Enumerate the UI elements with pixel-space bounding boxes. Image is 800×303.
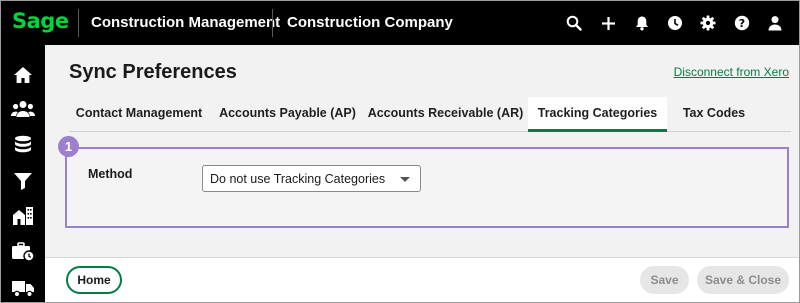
svg-text:?: ? [739,17,745,30]
tab-tax-codes[interactable]: Tax Codes [674,97,754,132]
top-bar: Sage Construction Management Constructio… [1,1,799,45]
save-close-button[interactable]: Save & Close [697,266,789,294]
search-icon[interactable] [564,13,584,33]
divider [272,9,273,37]
method-section-highlight [65,147,789,228]
method-select[interactable]: Do not use Tracking Categories [202,165,421,192]
help-icon[interactable]: ? [732,13,752,33]
tab-accounts-receivable[interactable]: Accounts Receivable (AR) [365,97,526,132]
main-content: Sync Preferences Disconnect from Xero Co… [45,45,799,257]
tab-accounts-payable[interactable]: Accounts Payable (AP) [216,97,359,132]
user-icon[interactable] [765,13,785,33]
buildings-icon[interactable] [11,205,35,227]
home-icon[interactable] [11,64,35,86]
filter-icon[interactable] [11,170,35,192]
home-button[interactable]: Home [66,266,122,294]
disconnect-link[interactable]: Disconnect from Xero [674,65,789,79]
tab-contact-management[interactable]: Contact Management [69,97,209,132]
footer-bar: Home Save Save & Close [45,257,799,302]
method-label: Method [88,167,133,181]
tab-bar: Contact Management Accounts Payable (AP)… [69,97,791,132]
sage-logo[interactable]: Sage [12,9,69,33]
briefcase-clock-icon[interactable] [11,241,35,263]
method-select-value: Do not use Tracking Categories [210,172,386,186]
sidebar [1,45,45,302]
page-title: Sync Preferences [69,61,237,83]
bell-icon[interactable] [632,13,652,33]
save-button[interactable]: Save [640,266,689,294]
company-name[interactable]: Construction Company [287,14,453,31]
app-name[interactable]: Construction Management [91,14,280,31]
database-icon[interactable] [11,134,35,156]
people-icon[interactable] [11,98,35,120]
divider [78,9,79,37]
truck-icon[interactable] [11,277,35,299]
clock-icon[interactable] [665,13,685,33]
gear-icon[interactable] [698,13,718,33]
tab-tracking-categories[interactable]: Tracking Categories [528,97,667,132]
app-window: Sage Construction Management Constructio… [0,0,800,303]
callout-badge: 1 [58,136,79,157]
plus-icon[interactable] [598,13,618,33]
chevron-down-icon [400,177,410,182]
